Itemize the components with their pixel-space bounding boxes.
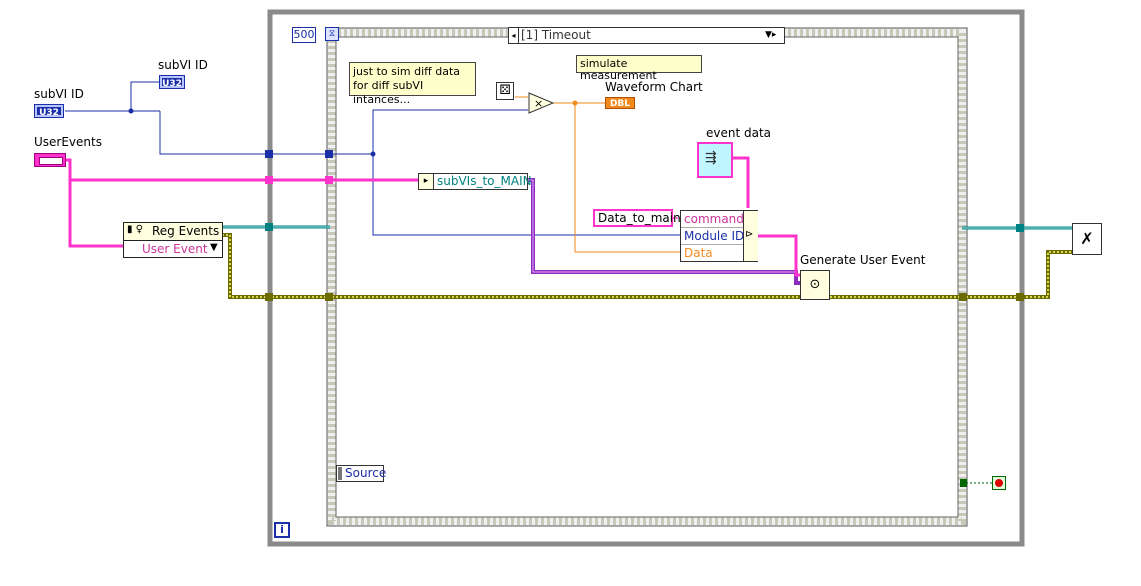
data-to-main-constant[interactable]: Data_to_main — [593, 209, 681, 227]
bundle-output-icon: ⊳ — [743, 211, 758, 261]
subvi-id-top-terminal[interactable]: U32 — [159, 75, 185, 89]
event-data-icon[interactable]: ⇶ — [697, 142, 733, 178]
timeout-constant[interactable]: 500 — [292, 27, 316, 43]
generate-user-event-label: Generate User Event — [800, 253, 926, 267]
register-events-node[interactable]: ▮ ♀ Reg Events User Event ▼ — [123, 222, 223, 258]
subvi-id-left-label: subVI ID — [34, 87, 84, 101]
comment-simulate-measurement: simulate measurement — [576, 55, 702, 82]
user-events-label: UserEvents — [34, 135, 102, 149]
tunnel-subvi-id — [265, 150, 273, 158]
subvi-id-left-terminal[interactable]: U32 — [34, 104, 64, 118]
iteration-terminal: i — [274, 522, 290, 538]
reg-events-icon: ▮ ♀ — [127, 224, 144, 235]
comment-sim-data: just to sim diff data for diff subVI int… — [349, 62, 476, 106]
waveform-chart-label: Waveform Chart — [605, 80, 703, 94]
decrement-case-icon[interactable]: ◂ — [509, 28, 519, 43]
waveform-chart-terminal[interactable]: DBL — [605, 97, 635, 109]
subvis-to-main-label: subVIs_to_MAIN — [437, 174, 532, 188]
svg-text:×: × — [534, 97, 543, 110]
reg-events-item[interactable]: User Event — [142, 242, 208, 256]
source-event-data-node[interactable]: Source — [336, 465, 387, 482]
multiply-icon[interactable]: × — [528, 92, 554, 114]
unregister-events-icon[interactable]: ✗ — [1072, 223, 1102, 255]
subvi-id-top-label: subVI ID — [158, 58, 208, 72]
event-case-label: [1] Timeout — [521, 28, 591, 42]
event-case-selector[interactable]: ◂ [1] Timeout ▼▸ — [508, 27, 785, 44]
event-data-label: event data — [706, 126, 772, 140]
chevron-down-icon[interactable]: ▼ — [210, 242, 218, 253]
user-events-terminal[interactable] — [34, 153, 66, 167]
generate-user-event-icon[interactable]: ⊙ — [800, 270, 830, 300]
source-label: Source — [345, 466, 387, 480]
subvis-to-main-refnum[interactable]: ▸ subVIs_to_MAIN — [418, 173, 532, 190]
reg-events-title: Reg Events — [152, 224, 220, 238]
dice-icon[interactable]: ⚄ — [496, 82, 514, 100]
bundle-by-name-node[interactable]: command Module ID Data ⊳ — [680, 210, 758, 262]
stop-button-icon[interactable] — [992, 476, 1006, 490]
hourglass-icon: ⧖ — [325, 27, 339, 41]
case-dropdown-icon[interactable]: ▼▸ — [765, 28, 776, 43]
